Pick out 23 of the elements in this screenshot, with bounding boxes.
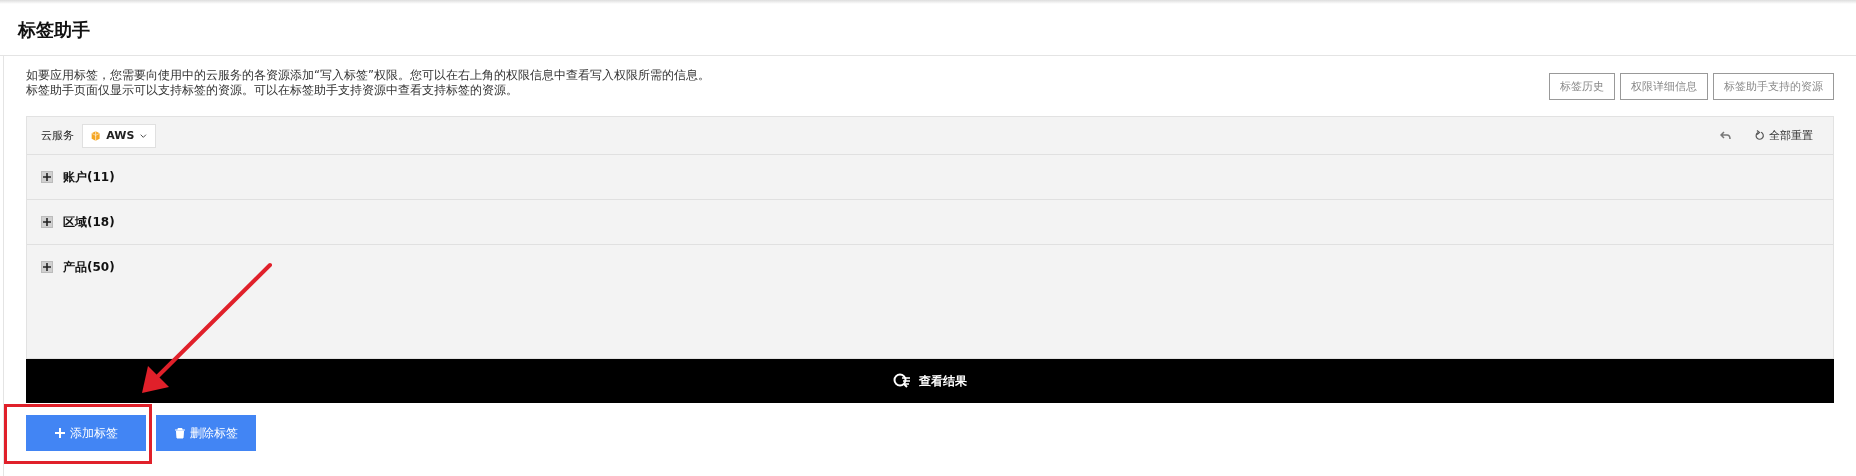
chevron-down-icon	[140, 132, 147, 139]
group-label: 产品(50)	[63, 258, 115, 276]
toolbar-button[interactable]: 权限详细信息	[1620, 73, 1708, 100]
group-label: 区域(18)	[63, 213, 115, 231]
description-text: 如要应用标签，您需要向使用中的云服务的各资源添加“写入标签”权限。您可以在右上角的权限信息中查看写入权限所需的信息。 标签助手页面仅显示可以支持标签的资源。可以在标签助手支持资源中查看支持标签的资源。	[26, 68, 710, 98]
filter-label: 云服务	[41, 128, 74, 143]
group-label: 账户(11)	[63, 168, 115, 186]
expand-toggle[interactable]	[41, 216, 53, 228]
search-icon	[893, 373, 911, 389]
undo-button[interactable]	[1720, 131, 1731, 140]
delete-tag-button[interactable]: 删除标签	[156, 415, 256, 451]
page-title: 标签助手	[18, 17, 90, 42]
service-dropdown[interactable]: AWS	[82, 123, 156, 148]
expand-toggle[interactable]	[41, 171, 53, 183]
view-results-button[interactable]: 查看结果	[26, 359, 1834, 403]
trash-icon	[174, 427, 186, 439]
refresh-icon	[1755, 130, 1765, 141]
reset-all-button[interactable]: 全部重置	[1755, 128, 1813, 143]
toolbar-button[interactable]: 标签历史	[1549, 73, 1615, 100]
toolbar-button[interactable]: 标签助手支持的资源	[1713, 73, 1834, 100]
expand-toggle[interactable]	[41, 261, 53, 273]
plus-icon	[54, 427, 66, 439]
add-tag-button[interactable]: 添加标签	[26, 415, 146, 451]
